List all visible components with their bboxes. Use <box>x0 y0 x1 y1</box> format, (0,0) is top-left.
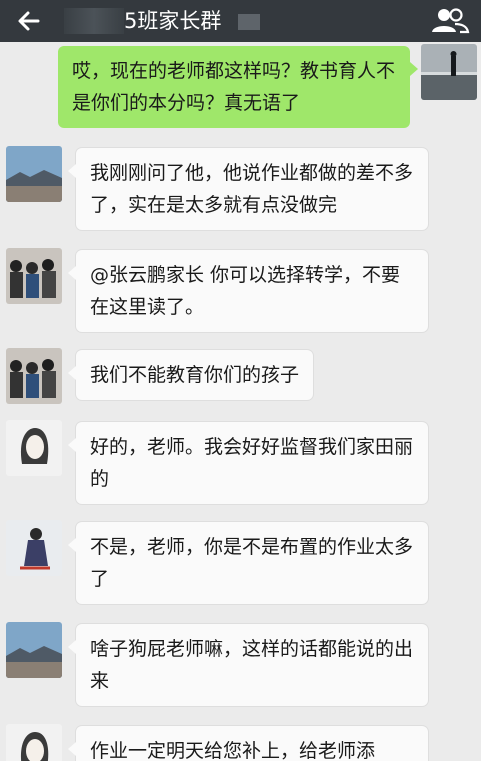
message-bubble[interactable]: 哎，现在的老师都这样吗？教书育人不是你们的本分吗？真无语了 <box>58 46 418 128</box>
figure-icon <box>6 520 62 576</box>
arrow-left-icon <box>18 11 40 31</box>
back-button[interactable] <box>14 6 46 36</box>
avatar[interactable] <box>6 724 62 761</box>
message-bubble[interactable]: 作业一定明天给您补上，给老师添 <box>68 726 428 761</box>
title-bar: 5班家长群 <box>0 0 481 42</box>
girl-sketch-icon <box>6 420 62 476</box>
message-bubble[interactable]: 啥子狗屁老师嘛，这样的话都能说的出来 <box>68 624 428 706</box>
avatar[interactable] <box>6 248 62 304</box>
people-icon <box>432 8 470 34</box>
avatar[interactable] <box>421 44 477 100</box>
lake-silhouette-icon <box>421 44 477 100</box>
message-bubble[interactable]: 我们不能教育你们的孩子 <box>67 350 314 400</box>
message-list[interactable]: 哎，现在的老师都这样吗？教书育人不是你们的本分吗？真无语了 我刚刚问了他，他说作… <box>0 42 481 761</box>
chat-title: 5班家长群 <box>124 9 222 33</box>
avatar[interactable] <box>6 622 62 678</box>
title-blur <box>238 14 260 30</box>
crowd-icon <box>6 348 62 404</box>
title-blur <box>64 8 124 34</box>
avatar[interactable] <box>6 146 62 202</box>
avatar[interactable] <box>6 348 62 404</box>
message-bubble[interactable]: 不是，老师，你是不是布置的作业太多了 <box>68 522 428 604</box>
message-bubble[interactable]: 我刚刚问了他，他说作业都做的差不多了，实在是太多就有点没做完 <box>68 148 428 230</box>
landscape-icon <box>6 622 62 678</box>
message-bubble[interactable]: @张云鹏家长 你可以选择转学，不要在这里读了。 <box>68 250 428 332</box>
crowd-icon <box>6 248 62 304</box>
avatar[interactable] <box>6 420 62 476</box>
girl-sketch-icon <box>6 724 62 761</box>
message-bubble[interactable]: 好的，老师。我会好好监督我们家田丽的 <box>68 422 428 504</box>
avatar[interactable] <box>6 520 62 576</box>
group-members-button[interactable] <box>430 6 470 36</box>
landscape-icon <box>6 146 62 202</box>
